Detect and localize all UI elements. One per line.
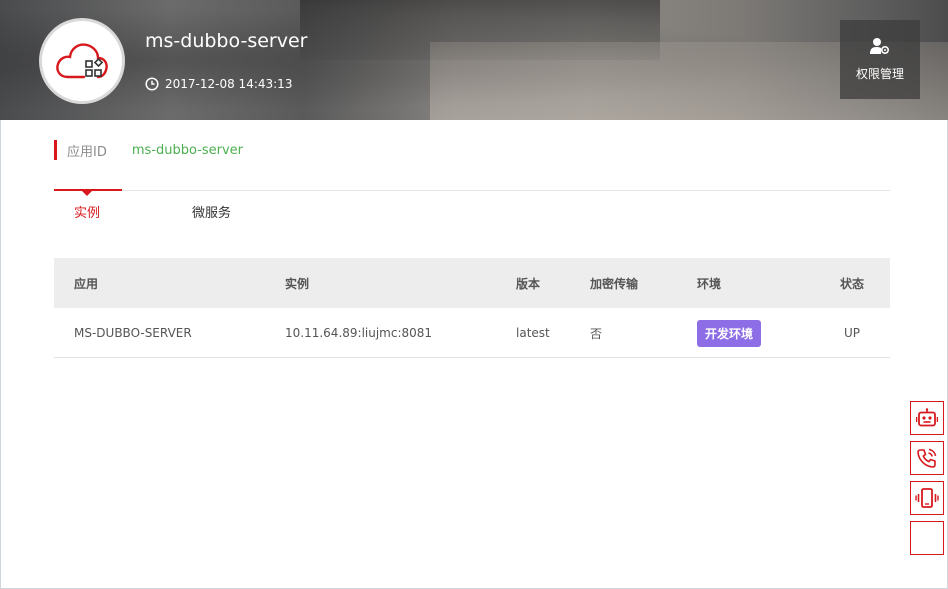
column-header-instance: 实例: [285, 276, 310, 291]
cell-instance: 10.11.64.89:liujmc:8081: [285, 326, 433, 340]
column-header-encrypted: 加密传输: [590, 276, 639, 291]
mobile-icon: [915, 488, 939, 508]
active-tab-caret: [82, 191, 92, 196]
app-id-value: ms-dubbo-server: [131, 142, 244, 158]
app-header-banner: ms-dubbo-server 2017-12-08 14:43:13 权限管理: [0, 0, 948, 120]
env-badge: 开发环境: [697, 319, 762, 347]
app-title: ms-dubbo-server: [145, 30, 308, 52]
permission-management-button[interactable]: 权限管理: [840, 20, 920, 99]
user-settings-icon: [870, 38, 890, 55]
robot-assistant-button[interactable]: [910, 401, 944, 435]
permission-label: 权限管理: [855, 67, 904, 81]
column-header-app: 应用: [74, 276, 99, 291]
column-header-version: 版本: [516, 276, 541, 291]
app-id-row: 应用ID ms-dubbo-server: [54, 140, 243, 160]
mobile-app-button[interactable]: [910, 481, 944, 515]
app-logo: [39, 18, 125, 104]
cell-status: UP: [843, 326, 861, 340]
cloud-app-icon: [56, 43, 108, 79]
cell-env: 开发环境: [697, 308, 762, 358]
instances-table: 应用 实例 版本 加密传输 环境 状态 MS-DUBBO-SERVER 10.1…: [54, 258, 890, 358]
side-blank-button[interactable]: [910, 521, 944, 555]
app-id-accent-bar: [54, 140, 57, 160]
cell-encrypted: 否: [590, 326, 603, 341]
robot-icon: [916, 408, 938, 427]
phone-icon: [917, 448, 937, 468]
cell-version: latest: [516, 326, 550, 340]
column-header-status: 状态: [839, 276, 864, 291]
table-row: MS-DUBBO-SERVER 10.11.64.89:liujmc:8081 …: [54, 308, 890, 358]
clock-icon: [145, 77, 159, 91]
table-header: 应用 实例 版本 加密传输 环境 状态: [54, 258, 890, 308]
created-time: 2017-12-08 14:43:13: [145, 77, 292, 91]
tab-microservices[interactable]: 微服务: [192, 202, 231, 221]
app-id-label: 应用ID: [67, 144, 107, 160]
column-header-env: 环境: [697, 276, 722, 291]
cell-app: MS-DUBBO-SERVER: [74, 326, 192, 340]
tabs-divider: [54, 190, 890, 191]
tab-instances[interactable]: 实例: [74, 202, 100, 221]
created-time-value: 2017-12-08 14:43:13: [165, 77, 293, 91]
phone-contact-button[interactable]: [910, 441, 944, 475]
